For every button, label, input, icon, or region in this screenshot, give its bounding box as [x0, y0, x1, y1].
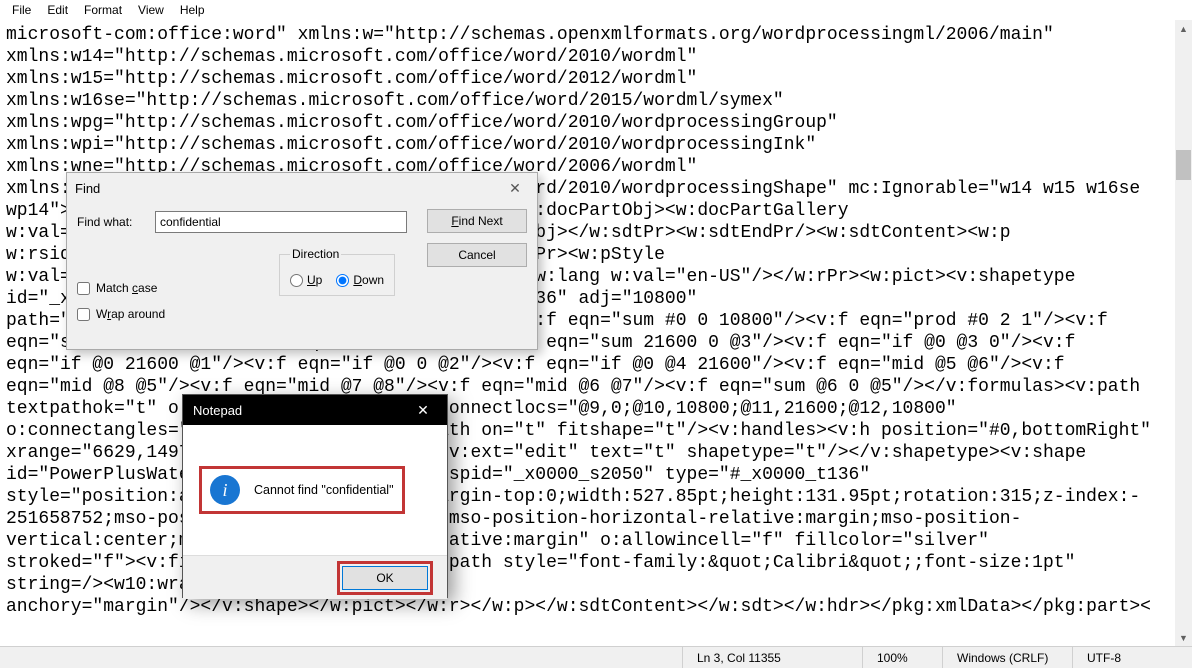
direction-group: Direction Up Down [279, 247, 395, 296]
match-case-checkbox[interactable]: Match case [77, 281, 165, 295]
menu-edit[interactable]: Edit [39, 1, 76, 19]
vertical-scrollbar[interactable]: ▲ ▼ [1175, 20, 1192, 646]
find-what-input[interactable] [155, 211, 407, 233]
alert-dialog: Notepad ✕ i Cannot find "confidential" O… [182, 394, 448, 598]
direction-legend: Direction [290, 247, 341, 261]
menu-file[interactable]: File [4, 1, 39, 19]
ok-highlight: OK [337, 561, 433, 595]
status-zoom: 100% [862, 647, 942, 668]
alert-titlebar: Notepad ✕ [183, 395, 447, 425]
direction-down-radio[interactable]: Down [336, 273, 384, 287]
direction-up-radio[interactable]: Up [290, 273, 322, 287]
cancel-button[interactable]: Cancel [427, 243, 527, 267]
alert-highlight: i Cannot find "confidential" [199, 466, 405, 514]
ok-button[interactable]: OK [342, 566, 428, 590]
menu-help[interactable]: Help [172, 1, 213, 19]
close-icon[interactable]: ✕ [501, 177, 529, 199]
info-icon: i [210, 475, 240, 505]
status-encoding: UTF-8 [1072, 647, 1192, 668]
status-line-ending: Windows (CRLF) [942, 647, 1072, 668]
close-icon[interactable]: ✕ [403, 396, 443, 424]
statusbar: Ln 3, Col 11355 100% Windows (CRLF) UTF-… [0, 646, 1192, 668]
scrollbar-thumb[interactable] [1176, 150, 1191, 180]
scroll-up-icon[interactable]: ▲ [1175, 20, 1192, 37]
find-what-label: Find what: [77, 215, 147, 229]
find-dialog: Find ✕ Find what: Find Next Cancel Direc… [66, 172, 538, 350]
menu-format[interactable]: Format [76, 1, 130, 19]
find-title-text: Find [75, 181, 100, 196]
alert-title: Notepad [193, 403, 242, 418]
scroll-down-icon[interactable]: ▼ [1175, 629, 1192, 646]
find-next-button[interactable]: Find Next [427, 209, 527, 233]
find-titlebar: Find ✕ [67, 173, 537, 203]
menubar: File Edit Format View Help [0, 0, 1192, 20]
status-position: Ln 3, Col 11355 [682, 647, 862, 668]
alert-message: Cannot find "confidential" [254, 483, 394, 497]
menu-view[interactable]: View [130, 1, 172, 19]
wrap-around-checkbox[interactable]: Wrap around [77, 307, 165, 321]
